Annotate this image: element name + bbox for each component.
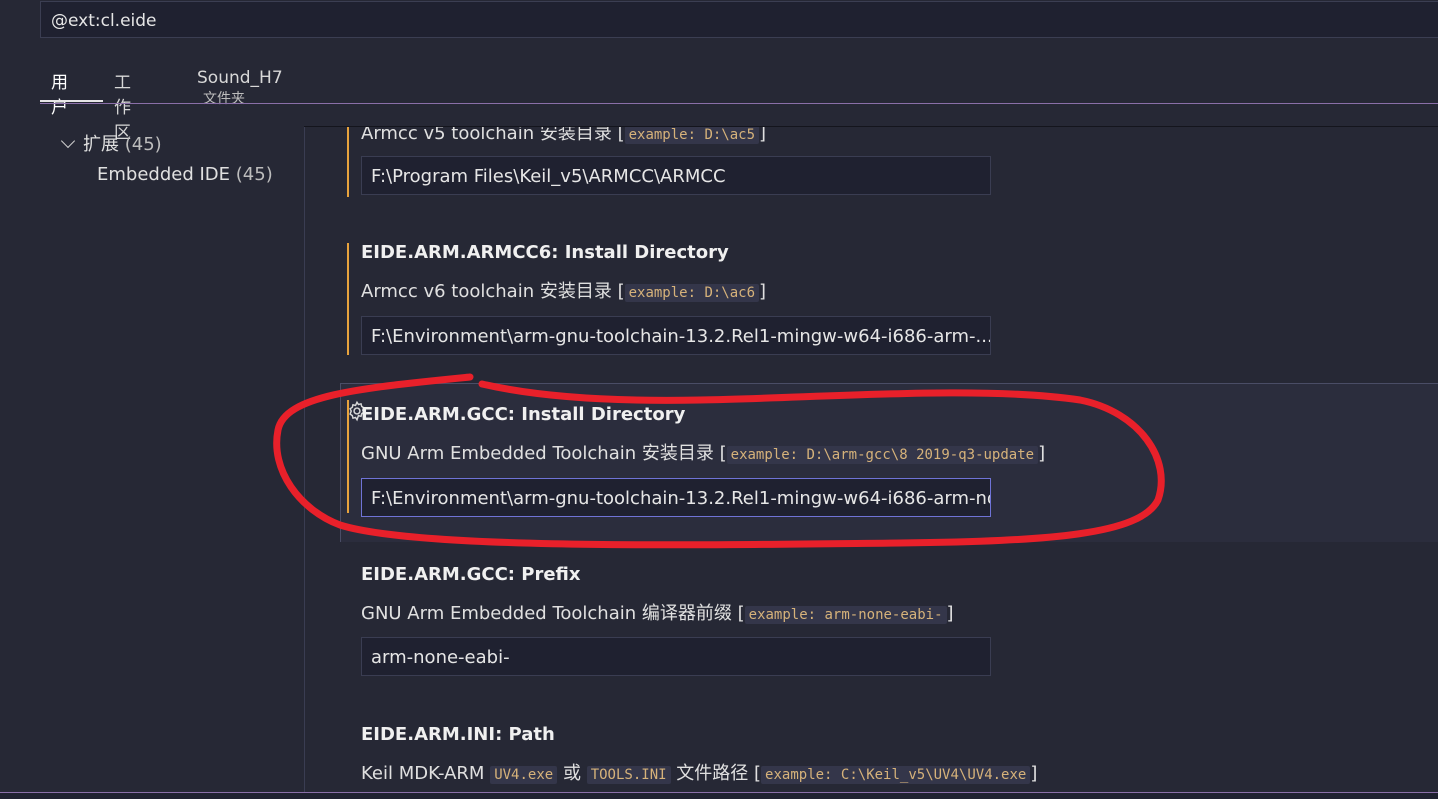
setting-code-tools-ini: TOOLS.INI bbox=[586, 766, 671, 784]
active-tab-indicator bbox=[40, 100, 103, 102]
tree-item-label: Embedded IDE bbox=[97, 164, 231, 185]
setting-example: example: D:\ac6 bbox=[624, 284, 760, 302]
search-query: @ext:cl.eide bbox=[51, 11, 157, 31]
setting-gcc-install-directory: EIDE.ARM.GCC: Install Directory GNU Arm … bbox=[340, 383, 1438, 542]
setting-code-uv4: UV4.exe bbox=[490, 766, 558, 784]
setting-description: GNU Arm Embedded Toolchain 安装目录 [example… bbox=[361, 443, 1046, 464]
setting-value-input[interactable]: arm-none-eabi- bbox=[361, 637, 991, 676]
setting-title: EIDE.ARM.ARMCC6: Install Directory bbox=[361, 242, 729, 263]
list-top-border bbox=[304, 126, 1438, 127]
tree-item-count: (45) bbox=[235, 164, 273, 185]
setting-example: example: arm-none-eabi- bbox=[744, 606, 947, 624]
tree-group-label: 扩展 bbox=[83, 134, 119, 155]
setting-title: EIDE.ARM.INI: Path bbox=[361, 724, 555, 745]
tree-group-extensions[interactable]: 扩展 (45) bbox=[60, 130, 162, 156]
settings-search-input[interactable]: @ext:cl.eide bbox=[40, 1, 1438, 38]
setting-description: Armcc v5 toolchain 安装目录 [example: D:\ac5… bbox=[361, 127, 767, 144]
tree-item-embedded-ide[interactable]: Embedded IDE (45) bbox=[97, 164, 273, 185]
setting-description: GNU Arm Embedded Toolchain 编译器前缀 [exampl… bbox=[361, 603, 954, 624]
setting-description: Keil MDK-ARM UV4.exe 或 TOOLS.INI 文件路径 [e… bbox=[361, 763, 1038, 784]
setting-example: example: C:\Keil_v5\UV4\UV4.exe bbox=[761, 766, 1031, 784]
modified-indicator bbox=[347, 400, 349, 513]
setting-gcc-prefix: EIDE.ARM.GCC: Prefix GNU Arm Embedded To… bbox=[340, 542, 1438, 702]
setting-value-input[interactable]: F:\Environment\arm-gnu-toolchain-13.2.Re… bbox=[361, 316, 991, 355]
tab-folder[interactable]: Sound_H7 文件夹 bbox=[197, 68, 283, 108]
setting-description: Armcc v6 toolchain 安装目录 [example: D:\ac6… bbox=[361, 281, 767, 302]
setting-value-input[interactable]: F:\Program Files\Keil_v5\ARMCC\ARMCC bbox=[361, 156, 991, 195]
chevron-down-icon bbox=[60, 133, 76, 149]
tab-user[interactable]: 用户 bbox=[51, 68, 68, 118]
modified-indicator bbox=[347, 127, 349, 197]
setting-ini-path: EIDE.ARM.INI: Path Keil MDK-ARM UV4.exe … bbox=[340, 702, 1438, 799]
setting-example: example: D:\arm-gcc\8 2019-q3-update bbox=[726, 446, 1039, 464]
tab-folder-label: Sound_H7 bbox=[197, 68, 283, 88]
tab-folder-sublabel: 文件夹 bbox=[203, 91, 245, 107]
setting-armcc5-install-directory: Armcc v5 toolchain 安装目录 [example: D:\ac5… bbox=[340, 127, 1438, 207]
tree-group-count: (45) bbox=[124, 134, 162, 155]
setting-title: EIDE.ARM.GCC: Install Directory bbox=[361, 404, 686, 425]
setting-value-input[interactable]: F:\Environment\arm-gnu-toolchain-13.2.Re… bbox=[361, 478, 991, 517]
tab-user-label: 用户 bbox=[51, 73, 68, 118]
modified-indicator bbox=[347, 243, 349, 355]
tabs-divider bbox=[40, 103, 1438, 104]
setting-example: example: D:\ac5 bbox=[624, 127, 760, 144]
setting-title: EIDE.ARM.GCC: Prefix bbox=[361, 564, 581, 585]
status-strip bbox=[0, 792, 1438, 799]
setting-armcc6-install-directory: EIDE.ARM.ARMCC6: Install Directory Armcc… bbox=[340, 227, 1438, 383]
settings-list: Armcc v5 toolchain 安装目录 [example: D:\ac5… bbox=[305, 127, 1438, 799]
